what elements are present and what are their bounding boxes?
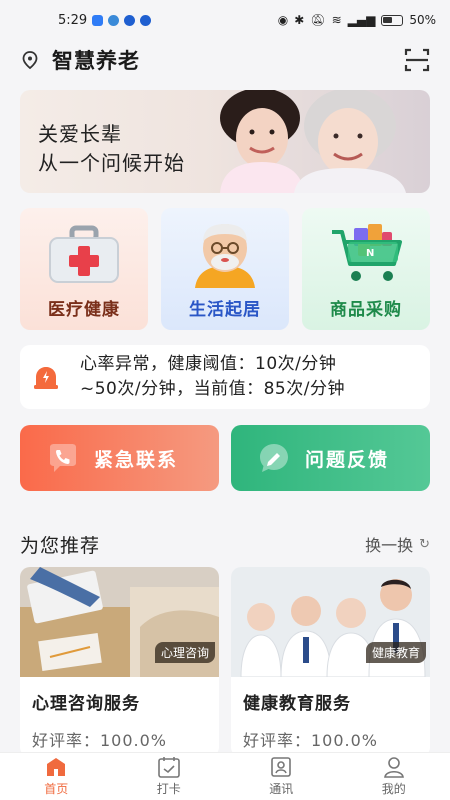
card-image: 健康教育 — [231, 567, 430, 677]
app-header: 智慧养老 — [0, 40, 450, 80]
banner-line-1: 关爱长辈 — [38, 122, 122, 146]
card-title: 心理咨询服务 — [32, 694, 140, 714]
category-medical[interactable]: 医疗健康 — [20, 208, 148, 330]
location-icon[interactable] — [20, 50, 40, 70]
recommend-card[interactable]: 心理咨询 心理咨询服务 好评率：100.0% — [20, 567, 219, 757]
emergency-contact-button[interactable]: 紧急联系 — [20, 425, 219, 491]
quick-actions: 紧急联系 问题反馈 — [20, 425, 430, 491]
category-grid: 医疗健康 生活起居 N 商品采购 — [20, 208, 430, 330]
alert-line-2: ~50次/分钟，当前值：85次/分钟 — [80, 379, 345, 399]
tab-contacts[interactable]: 通讯 — [225, 753, 338, 800]
tab-profile[interactable]: 我的 — [338, 753, 450, 800]
battery-icon — [381, 14, 404, 26]
promo-banner[interactable]: 关爱长辈 从一个问候开始 — [20, 90, 430, 193]
calendar-icon — [157, 757, 180, 778]
heart-rate-alert[interactable]: 心率异常，健康阈值：10次/分钟 ~50次/分钟，当前值：85次/分钟 — [20, 345, 430, 409]
recommend-list: 心理咨询 心理咨询服务 好评率：100.0% 健康教育 健康教育服务 好评率：1… — [20, 567, 430, 757]
medical-kit-icon — [49, 225, 119, 283]
card-tag: 心理咨询 — [154, 642, 215, 663]
category-daily-life[interactable]: 生活起居 — [161, 208, 289, 330]
refresh-button[interactable]: 换一换 ↻ — [365, 532, 430, 556]
wifi-icon: ≋ — [331, 13, 342, 27]
phone-icon — [50, 444, 76, 472]
recommend-card[interactable]: 健康教育 健康教育服务 好评率：100.0% — [231, 567, 430, 757]
card-rating: 好评率：100.0% — [32, 731, 168, 750]
profile-icon — [383, 757, 404, 778]
elderly-man-icon — [195, 224, 255, 288]
card-rating: 好评率：100.0% — [243, 731, 379, 750]
signal-icon: ▂▄▆ — [347, 13, 376, 27]
contacts-icon — [271, 757, 292, 777]
banner-line-2: 从一个问候开始 — [38, 151, 185, 175]
tab-label: 通讯 — [269, 782, 294, 796]
bluetooth-icon: ✱ — [294, 13, 305, 27]
page-title: 智慧养老 — [52, 49, 140, 73]
home-icon — [47, 758, 66, 776]
tab-label: 我的 — [381, 782, 406, 796]
refresh-label: 换一换 — [365, 536, 414, 555]
tab-label: 打卡 — [156, 782, 181, 796]
category-label: 生活起居 — [189, 300, 261, 320]
message-icon-2 — [140, 14, 152, 26]
svg-text:N: N — [366, 248, 374, 259]
feedback-icon — [260, 444, 288, 472]
app-notification-icon — [92, 14, 104, 26]
tab-label: 首页 — [44, 782, 69, 796]
section-title: 为您推荐 — [20, 534, 101, 557]
card-title: 健康教育服务 — [243, 694, 351, 714]
shopping-cart-icon: N — [332, 224, 402, 281]
category-label: 医疗健康 — [48, 300, 120, 320]
feedback-label: 问题反馈 — [305, 448, 390, 471]
card-tag: 健康教育 — [365, 642, 426, 663]
tab-home[interactable]: 首页 — [0, 753, 113, 800]
category-shopping[interactable]: N 商品采购 — [302, 208, 430, 330]
card-image: 心理咨询 — [20, 567, 219, 677]
bottom-tab-bar: 首页 打卡 通讯 我的 — [0, 752, 450, 800]
banner-photo-image — [220, 90, 406, 193]
category-label: 商品采购 — [330, 300, 402, 320]
cloud-icon — [108, 14, 120, 26]
alert-line-1: 心率异常，健康阈值：10次/分钟 — [80, 354, 337, 374]
status-time: 5:29 — [58, 12, 88, 28]
emergency-contact-label: 紧急联系 — [94, 448, 179, 471]
battery-percent: 50% — [409, 13, 436, 27]
eye-icon: ◉ — [277, 13, 289, 27]
scan-icon[interactable] — [404, 47, 430, 73]
message-icon — [124, 14, 136, 26]
feedback-button[interactable]: 问题反馈 — [231, 425, 430, 491]
refresh-icon: ↻ — [419, 536, 430, 552]
recommend-header: 为您推荐 换一换 ↻ — [20, 530, 430, 558]
alarm-icon — [34, 367, 58, 389]
mute-icon: 🔕︎ — [310, 13, 326, 27]
status-bar: 5:29 ◉ ✱ 🔕︎ ≋ ▂▄▆ 50% — [0, 0, 450, 40]
tab-checkin[interactable]: 打卡 — [113, 753, 226, 800]
